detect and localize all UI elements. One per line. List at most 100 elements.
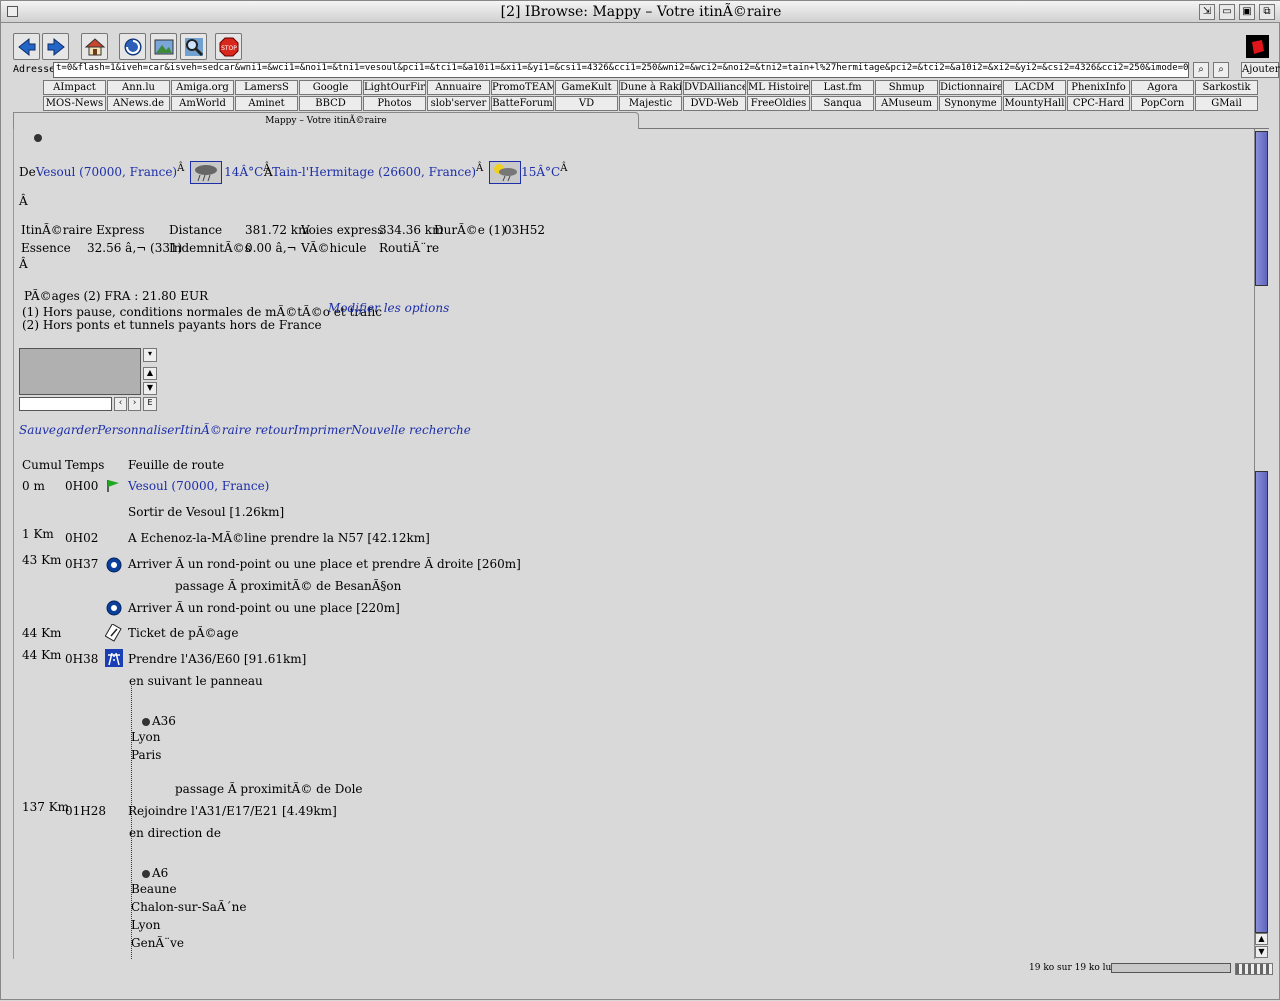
from-prefix: De (19, 165, 36, 179)
bookmark-button[interactable]: ML Histoire (747, 80, 810, 95)
depth-gadget[interactable]: ⧉ (1259, 4, 1275, 20)
scrollbar-thumb-top[interactable] (1255, 131, 1268, 286)
sign-dest: Lyon (131, 730, 161, 744)
duration-label: DurÃ©e (1) (434, 223, 506, 237)
bookmark-button[interactable]: MOS-News (43, 96, 106, 111)
bookmark-button[interactable]: Sanqua (811, 96, 874, 111)
bullet-icon (142, 869, 150, 878)
map-listview[interactable] (19, 348, 141, 395)
step-text: Prendre l'A36/E60 [91.61km] (128, 652, 307, 666)
bookmark-button[interactable]: DVD-Web (683, 96, 746, 111)
bookmark-button[interactable]: LamersS (235, 80, 298, 95)
bookmark-button[interactable]: AImpact (43, 80, 106, 95)
toll-summary: PÃ©ages (2) FRA : 21.80 EUR (24, 289, 209, 303)
bookmark-button[interactable]: Amiga.org (171, 80, 234, 95)
spacer-text: Â (19, 194, 28, 208)
find-icon[interactable]: ⌕ (1213, 62, 1229, 78)
bookmark-button[interactable]: Sarkostik (1195, 80, 1258, 95)
sign-dest: Chalon-sur-SaÃ´ne (131, 900, 247, 914)
forward-button[interactable] (42, 33, 69, 60)
add-bookmark-button[interactable]: Ajouter (1241, 62, 1280, 78)
sign-dest: Beaune (131, 882, 177, 896)
listview-toggle-button[interactable]: ▾ (143, 348, 157, 362)
to-link[interactable]: Tain-l'Hermitage (26600, France) (272, 165, 476, 179)
back-arrow-icon (17, 37, 35, 56)
bookmark-button[interactable]: DVDAlliance (683, 80, 746, 95)
minimize-gadget[interactable]: ▭ (1219, 4, 1235, 20)
scroll-right-button[interactable]: › (128, 397, 141, 411)
bookmark-button[interactable]: Google (299, 80, 362, 95)
bookmark-button[interactable]: Shmup (875, 80, 938, 95)
bookmark-button[interactable]: PromoTEAM (491, 80, 554, 95)
listview-e-button[interactable]: E (143, 397, 157, 411)
route-type: ItinÃ©raire Express (21, 223, 145, 237)
browser-logo (1246, 35, 1269, 58)
step-text: Rejoindre l'A31/E17/E21 [4.49km] (128, 804, 337, 818)
bookmark-button[interactable]: LACDM (1003, 80, 1066, 95)
from-link[interactable]: Vesoul (70000, France) (36, 165, 177, 179)
browser-window: [2] IBrowse: Mappy – Votre itinÃ©raire ⇲… (0, 0, 1280, 1000)
bookmark-button[interactable]: GMail (1195, 96, 1258, 111)
bookmark-button[interactable]: PhenixInfo (1067, 80, 1130, 95)
from-suffix: Â (177, 163, 185, 174)
image-icon (154, 39, 173, 54)
listview-hscroll[interactable] (19, 397, 112, 411)
bookmark-button[interactable]: Ann.lu (107, 80, 170, 95)
back-button[interactable] (13, 33, 40, 60)
start-location-link[interactable]: Vesoul (70000, France) (128, 479, 269, 493)
step-sub: Sortir de Vesoul [1.26km] (128, 505, 285, 519)
bookmark-button[interactable]: PopCorn (1131, 96, 1194, 111)
search-icon[interactable]: ⌕ (1193, 62, 1209, 78)
bookmark-button[interactable]: Annuaire (427, 80, 490, 95)
modify-options-link[interactable]: Modifier les options (328, 301, 449, 315)
bookmark-button[interactable]: Last.fm (811, 80, 874, 95)
bookmark-button[interactable]: Aminet (235, 96, 298, 111)
bookmark-button[interactable]: LightOurFire (363, 80, 426, 95)
bookmark-button[interactable]: GameKult (555, 80, 618, 95)
bookmark-button[interactable]: slob'server (427, 96, 490, 111)
magnifier-icon (184, 37, 203, 56)
bullet-icon (34, 134, 42, 142)
step-sub: en direction de (129, 826, 221, 840)
bookmark-button[interactable]: CPC-Hard (1067, 96, 1130, 111)
bookmark-button[interactable]: AMuseum (875, 96, 938, 111)
reload-icon (124, 38, 141, 55)
bookmark-button[interactable]: Dictionnaire (939, 80, 1002, 95)
bookmark-button[interactable]: Dune à Rakis (619, 80, 682, 95)
express-label: Voies express (301, 223, 384, 237)
iconify-gadget[interactable]: ⇲ (1199, 4, 1215, 20)
zoom-gadget[interactable]: ▣ (1239, 4, 1255, 20)
reload-button[interactable] (119, 33, 146, 60)
stop-button[interactable]: STOP (215, 33, 242, 60)
action-links[interactable]: SauvegarderPersonnaliserItinÃ©raire reto… (19, 423, 471, 437)
home-button[interactable] (81, 33, 108, 60)
bookmark-button[interactable]: FreeOldies (747, 96, 810, 111)
step-text: Ticket de pÃ©age (128, 626, 239, 640)
scroll-down-button[interactable]: ▼ (143, 382, 157, 395)
bookmark-button[interactable]: BatteForum (491, 96, 554, 111)
bookmark-button[interactable]: Majestic (619, 96, 682, 111)
vehicle-label: VÃ©hicule (301, 241, 367, 255)
scroll-down-arrow[interactable]: ▼ (1255, 946, 1268, 958)
bookmark-button[interactable]: VD (555, 96, 618, 111)
close-window-button[interactable] (7, 6, 18, 17)
allowance-value: 0.00 â‚¬ (245, 241, 297, 255)
fuel-label: Essence (21, 241, 71, 255)
bookmark-button[interactable]: MountyHall (1003, 96, 1066, 111)
bookmark-button[interactable]: ANews.de (107, 96, 170, 111)
bookmark-button[interactable]: Agora (1131, 80, 1194, 95)
bookmark-button[interactable]: Synonyme (939, 96, 1002, 111)
scroll-up-button[interactable]: ▲ (143, 367, 157, 380)
throbber-icon (1235, 963, 1273, 975)
bookmark-button[interactable]: BBCD (299, 96, 362, 111)
scroll-up-arrow[interactable]: ▲ (1255, 933, 1268, 945)
scrollbar-thumb[interactable] (1255, 471, 1268, 933)
tab-bar: Mappy – Votre itinÃ©raire (13, 112, 1269, 129)
images-button[interactable] (150, 33, 177, 60)
bookmark-button[interactable]: Photos (363, 96, 426, 111)
tab-mappy[interactable]: Mappy – Votre itinÃ©raire (13, 112, 639, 129)
bookmark-button[interactable]: AmWorld (171, 96, 234, 111)
address-input[interactable]: t=0&flash=1&iveh=car&isveh=sedcar&wni1=&… (53, 62, 1189, 78)
search-button[interactable] (180, 33, 207, 60)
scroll-left-button[interactable]: ‹ (114, 397, 127, 411)
